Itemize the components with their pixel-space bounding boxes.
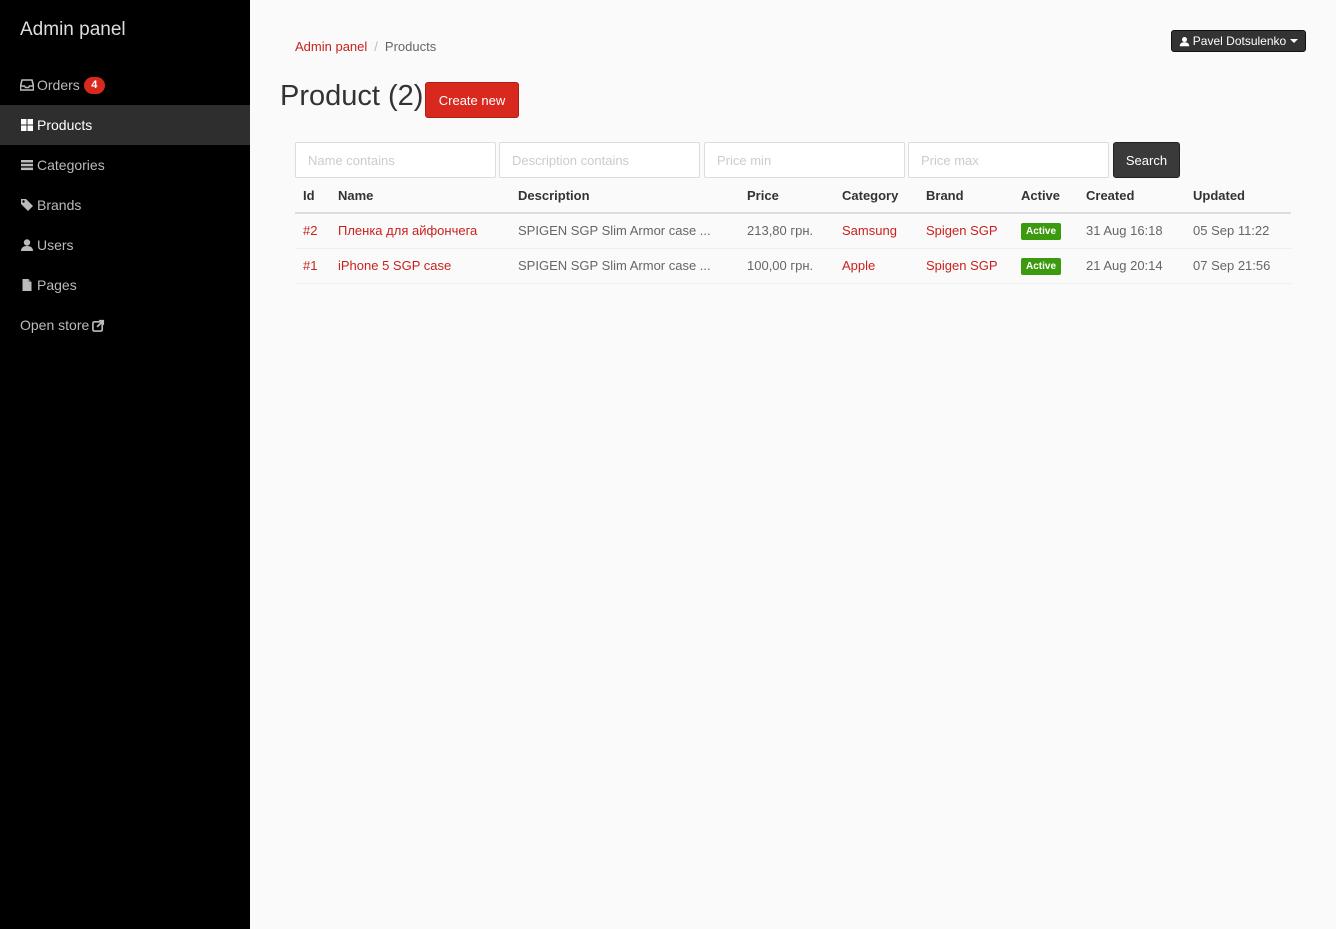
caret-down-icon bbox=[1290, 39, 1299, 43]
product-id-link[interactable]: #2 bbox=[303, 223, 317, 238]
active-status-badge: Active bbox=[1021, 257, 1062, 275]
product-id-link[interactable]: #1 bbox=[303, 258, 317, 273]
sidebar-item-pages[interactable]: Pages bbox=[0, 265, 250, 305]
file-icon bbox=[20, 278, 34, 292]
table-header-row: Id Name Description Price Category Brand… bbox=[295, 178, 1291, 214]
column-header-name[interactable]: Name bbox=[330, 178, 510, 214]
description-filter-input[interactable] bbox=[499, 142, 700, 178]
price-min-input[interactable] bbox=[704, 142, 905, 178]
category-link[interactable]: Samsung bbox=[842, 223, 897, 238]
category-link[interactable]: Apple bbox=[842, 258, 875, 273]
external-link-icon bbox=[92, 319, 105, 332]
brand-link[interactable]: Admin panel bbox=[20, 19, 126, 41]
sidebar-item-label: Products bbox=[37, 117, 93, 133]
created-date: 31 Aug 16:18 bbox=[1078, 213, 1185, 249]
user-name: Pavel Dotsulenko bbox=[1192, 34, 1287, 48]
column-header-brand[interactable]: Brand bbox=[918, 178, 1013, 214]
sidebar-item-label: Categories bbox=[37, 157, 105, 173]
user-dropdown-button[interactable]: Pavel Dotsulenko bbox=[1171, 30, 1306, 52]
updated-date: 05 Sep 11:22 bbox=[1185, 213, 1291, 249]
search-button[interactable]: Search bbox=[1113, 142, 1180, 178]
products-table: Id Name Description Price Category Brand… bbox=[295, 178, 1291, 284]
table-row: #2 Пленка для айфончега SPIGEN SGP Slim … bbox=[295, 213, 1291, 249]
product-price: 100,00 грн. bbox=[739, 248, 834, 284]
column-header-created[interactable]: Created bbox=[1078, 178, 1185, 214]
sidebar-item-label: Pages bbox=[37, 277, 77, 293]
page-title: Product (2) bbox=[280, 80, 424, 112]
brand-link[interactable]: Spigen SGP bbox=[926, 223, 998, 238]
breadcrumb-separator: / bbox=[374, 39, 378, 54]
column-header-price[interactable]: Price bbox=[739, 178, 834, 214]
sidebar-item-products[interactable]: Products bbox=[0, 105, 250, 145]
sidebar-item-users[interactable]: Users bbox=[0, 225, 250, 265]
name-filter-input[interactable] bbox=[295, 142, 496, 178]
sidebar-item-label: Users bbox=[37, 237, 74, 253]
updated-date: 07 Sep 21:56 bbox=[1185, 248, 1291, 284]
product-description: SPIGEN SGP Slim Armor case ... bbox=[510, 248, 739, 284]
user-icon bbox=[1179, 36, 1190, 47]
sidebar-item-label: Open store bbox=[20, 317, 90, 333]
breadcrumb-current: Products bbox=[384, 39, 437, 54]
sidebar-item-categories[interactable]: Categories bbox=[0, 145, 250, 185]
sidebar: Admin panel Orders 4 Products Categories bbox=[0, 0, 250, 929]
orders-count-badge: 4 bbox=[83, 76, 105, 94]
sidebar-item-orders[interactable]: Orders 4 bbox=[0, 65, 250, 105]
sidebar-nav: Orders 4 Products Categories Brands User… bbox=[0, 65, 250, 345]
user-icon bbox=[20, 238, 34, 252]
tags-icon bbox=[20, 198, 34, 212]
sidebar-item-label: Brands bbox=[37, 197, 82, 213]
sidebar-item-open-store[interactable]: Open store bbox=[0, 305, 250, 345]
create-new-button[interactable]: Create new bbox=[425, 82, 519, 118]
price-max-input[interactable] bbox=[908, 142, 1109, 178]
column-header-active[interactable]: Active bbox=[1013, 178, 1078, 214]
inbox-icon bbox=[20, 78, 34, 92]
product-description: SPIGEN SGP Slim Armor case ... bbox=[510, 213, 739, 249]
list-icon bbox=[20, 158, 34, 172]
column-header-description[interactable]: Description bbox=[510, 178, 739, 214]
created-date: 21 Aug 20:14 bbox=[1078, 248, 1185, 284]
column-header-updated[interactable]: Updated bbox=[1185, 178, 1291, 214]
column-header-id[interactable]: Id bbox=[295, 178, 330, 214]
product-name-link[interactable]: Пленка для айфончега bbox=[338, 223, 477, 238]
brand-link[interactable]: Spigen SGP bbox=[926, 258, 998, 273]
breadcrumb: Admin panel / Products bbox=[295, 39, 436, 54]
sidebar-item-label: Orders bbox=[37, 77, 80, 93]
breadcrumb-root-link[interactable]: Admin panel bbox=[295, 39, 367, 54]
table-row: #1 iPhone 5 SGP case SPIGEN SGP Slim Arm… bbox=[295, 248, 1291, 284]
product-price: 213,80 грн. bbox=[739, 213, 834, 249]
sidebar-item-brands[interactable]: Brands bbox=[0, 185, 250, 225]
product-name-link[interactable]: iPhone 5 SGP case bbox=[338, 258, 451, 273]
grid-icon bbox=[20, 118, 34, 132]
active-status-badge: Active bbox=[1021, 222, 1062, 240]
column-header-category[interactable]: Category bbox=[834, 178, 918, 214]
